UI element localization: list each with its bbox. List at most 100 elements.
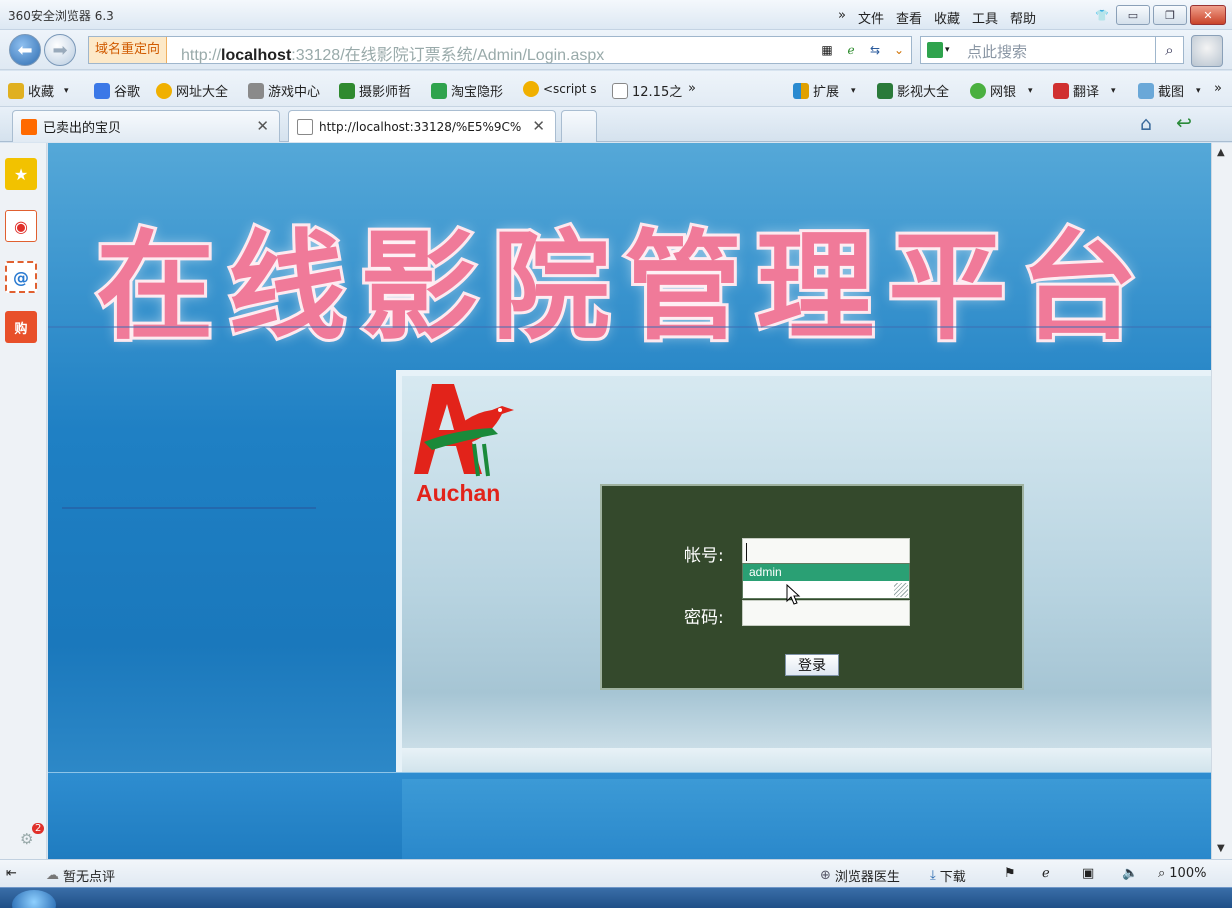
favorites-star-icon[interactable]: ★: [5, 158, 37, 190]
undo-close-tab-icon[interactable]: ↩: [1176, 112, 1192, 134]
weibo-icon[interactable]: ◉: [5, 210, 37, 242]
ie-compat-icon[interactable]: ℯ: [841, 40, 861, 60]
minimize-button[interactable]: ▭: [1116, 5, 1150, 25]
mail-at-icon[interactable]: @: [5, 261, 37, 293]
menu-help[interactable]: 帮助: [1010, 8, 1036, 27]
rating-status[interactable]: ☁ 暂无点评: [46, 866, 115, 885]
url-text[interactable]: http://localhost:33128/在线影院订票系统/Admin/Lo…: [181, 41, 604, 65]
left-sidebar: ★ ◉ @ 购 ⚙ 2: [0, 143, 47, 859]
video-play-icon: [877, 82, 893, 99]
download-label: 下载: [939, 870, 966, 885]
divider: [62, 507, 316, 509]
bookmark-taobao[interactable]: 淘宝隐形: [431, 81, 503, 100]
restore-button[interactable]: ❐: [1153, 5, 1187, 25]
settings-gear-icon[interactable]: ⚙ 2: [20, 823, 45, 848]
close-tab-icon[interactable]: ✕: [532, 117, 545, 135]
text-caret: [746, 543, 747, 561]
tab-sold-items[interactable]: 已卖出的宝贝 ✕: [12, 110, 280, 142]
banner-title: 在线影院管理平台: [93, 215, 1153, 359]
shopping-bag-icon[interactable]: 购: [5, 311, 37, 343]
forward-arrow-icon: ➡: [52, 39, 68, 61]
toolbar-screenshot[interactable]: 截图 ▾: [1138, 81, 1201, 100]
account-label: 帐号:: [684, 546, 724, 566]
translate-icon: [1053, 82, 1069, 99]
start-button-icon[interactable]: [12, 890, 56, 908]
bookmark-label: 游戏中心: [268, 85, 321, 100]
menu-tools[interactable]: 工具: [972, 8, 998, 27]
panel-bottom-strip: [402, 748, 1211, 772]
search-button[interactable]: ⌕: [1155, 37, 1183, 63]
close-tab-icon[interactable]: ✕: [256, 117, 269, 135]
toolbar-translate[interactable]: 翻译 ▾: [1053, 81, 1116, 100]
home-icon[interactable]: ⌂: [1140, 113, 1152, 135]
search-box[interactable]: ▾ 点此搜索 ⌕: [920, 36, 1184, 64]
douban-icon: [339, 82, 355, 99]
bookmark-1215[interactable]: 12.15之: [612, 81, 682, 100]
login-form: 帐号: admin 密码: 登录: [600, 484, 1024, 690]
tab-login-page[interactable]: http://localhost:33128/%E5%9C% ✕: [288, 110, 556, 142]
window-tile-icon[interactable]: ▣: [1082, 866, 1094, 881]
bookmark-script[interactable]: <script s: [523, 81, 597, 97]
menu-more-chevron-icon[interactable]: »: [838, 8, 846, 27]
page-icon: [297, 118, 313, 135]
menu-view[interactable]: 查看: [896, 8, 922, 27]
bookmark-google[interactable]: 谷歌: [94, 81, 140, 100]
close-button[interactable]: ✕: [1190, 5, 1226, 25]
extensions-grid-icon: [793, 82, 809, 99]
notification-badge: 2: [32, 823, 45, 834]
shield-bank-icon: [970, 82, 986, 99]
cloud-icon: ☁: [46, 868, 59, 883]
toolbar-label: 截图: [1158, 85, 1185, 100]
toolbar-bank[interactable]: 网银 ▾: [970, 81, 1033, 100]
back-arrow-icon: ⬅: [17, 39, 33, 61]
redirect-badge[interactable]: 域名重定向: [89, 37, 168, 63]
menu-favorites[interactable]: 收藏: [934, 8, 960, 27]
logo-text: Auchan: [416, 480, 501, 506]
scroll-down-icon[interactable]: ▼: [1217, 843, 1225, 854]
speaker-icon[interactable]: 🔈: [1122, 866, 1138, 881]
user-avatar[interactable]: [1191, 35, 1223, 67]
toolbar-label: 翻译: [1073, 85, 1100, 100]
search-engine-selector[interactable]: ▾: [927, 41, 957, 59]
flag-icon[interactable]: ⚑: [1004, 866, 1016, 881]
account-input[interactable]: [742, 538, 910, 564]
rating-text: 暂无点评: [63, 870, 116, 885]
bookmark-photographer[interactable]: 摄影师哲: [339, 81, 411, 100]
address-bar[interactable]: 域名重定向 http://localhost:33128/在线影院订票系统/Ad…: [88, 36, 912, 64]
resize-grip-icon[interactable]: [894, 583, 908, 597]
autocomplete-option[interactable]: admin: [743, 564, 909, 581]
bookmark-games[interactable]: 游戏中心: [248, 81, 320, 100]
password-input[interactable]: [742, 600, 910, 626]
toolbar-more-chevron-icon[interactable]: »: [1214, 81, 1222, 96]
toolbar-label: 影视大全: [897, 85, 950, 100]
toolbar-video[interactable]: 影视大全: [877, 81, 949, 100]
toolbar-extensions[interactable]: 扩展 ▾: [793, 81, 856, 100]
page-icon: [612, 82, 628, 99]
bookmark-hao[interactable]: 网址大全: [156, 81, 228, 100]
qr-code-icon[interactable]: ▦: [817, 40, 837, 60]
scroll-up-icon[interactable]: ▲: [1217, 147, 1225, 158]
forward-button[interactable]: ➡: [44, 34, 76, 66]
taobao-icon: [21, 118, 37, 135]
menu-file[interactable]: 文件: [858, 8, 884, 27]
autocomplete-dropdown[interactable]: admin: [742, 563, 910, 599]
ie-mode-icon[interactable]: ℯ: [1042, 866, 1050, 881]
window-title-bar: 360安全浏览器 6.3 » 文件 查看 收藏 工具 帮助 👕 ▭ ❐ ✕: [0, 0, 1232, 30]
browser-doctor-button[interactable]: ⊕ 浏览器医生: [820, 866, 900, 885]
caret-down-icon: ▾: [1111, 85, 1116, 96]
vertical-scrollbar[interactable]: ▲ ▼: [1211, 143, 1232, 859]
skin-shirt-icon[interactable]: 👕: [1091, 5, 1113, 25]
sidebar-toggle-icon[interactable]: ⇤: [6, 866, 17, 881]
scissors-icon: [1138, 82, 1154, 99]
swap-arrows-icon[interactable]: ⇆: [865, 40, 885, 60]
zoom-control[interactable]: ⌕ 100%: [1158, 866, 1206, 881]
new-tab-button[interactable]: [561, 110, 597, 142]
bookmark-favorites[interactable]: 收藏 ▾: [8, 81, 69, 100]
bookmarks-more-chevron-icon[interactable]: »: [688, 81, 696, 96]
tab-label: 已卖出的宝贝: [43, 121, 122, 136]
dropdown-chevron-icon[interactable]: ⌄: [889, 40, 909, 60]
login-button[interactable]: 登录: [785, 654, 839, 676]
address-icons: ▦ ℯ ⇆ ⌄: [817, 40, 909, 60]
back-button[interactable]: ⬅: [9, 34, 41, 66]
download-button[interactable]: ⤓ 下载: [930, 866, 966, 885]
